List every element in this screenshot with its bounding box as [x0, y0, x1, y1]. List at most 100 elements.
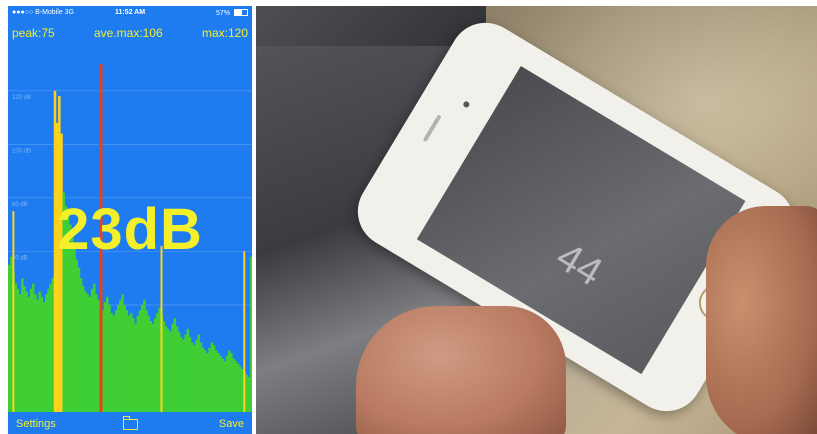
spectrum-bar: [149, 320, 153, 412]
peak-value: peak:75: [12, 26, 55, 40]
spectrum-bar: [55, 122, 59, 413]
spectrum-bar: [182, 339, 185, 412]
spectrum-bar: [184, 334, 187, 412]
spectrum-bar: [230, 353, 233, 412]
spectrum-bar: [199, 342, 203, 412]
spectrum-bar: [156, 312, 159, 412]
spectrum-bar: [145, 310, 148, 412]
settings-button[interactable]: Settings: [16, 418, 56, 430]
status-bar: ●●●○○ B-Mobile 3G 11:52 AM 57%: [8, 6, 252, 20]
spectrum-bar: [247, 377, 251, 412]
spectrum-bar: [40, 296, 44, 412]
spectrum-bar: [191, 342, 194, 412]
spectrum-bar: [225, 355, 229, 412]
spectrum-bar: [195, 339, 198, 412]
spectrum-bar: [23, 286, 26, 412]
spectrum-bar: [38, 291, 41, 412]
spectrum-bar: [206, 353, 209, 412]
spectrum-bar: [47, 288, 50, 412]
spectrum-bar: [210, 342, 214, 412]
spectrum-bar: [234, 361, 238, 412]
spectrum-bar: [169, 331, 172, 412]
spectrum-bar: [75, 259, 79, 412]
spectrum-bar: [95, 294, 98, 412]
spectrum-bar: [132, 318, 135, 412]
spectrum-bar: [175, 326, 179, 412]
folder-icon[interactable]: [123, 416, 138, 430]
spectrum-bar: [245, 374, 248, 412]
spectrum-bar: [51, 278, 55, 412]
decibel-readout: 23dB: [57, 197, 203, 262]
spectrum-bar: [219, 355, 222, 412]
spectrum-bar: [138, 310, 142, 412]
spectrum-bar: [214, 350, 218, 412]
spectrum-bar: [31, 283, 35, 412]
spectrum-bar: [180, 337, 183, 412]
max-value: max:120: [201, 26, 248, 40]
spectrum-bar: [86, 294, 89, 412]
spectrum-bar: [73, 248, 76, 412]
spectrum-bar: [77, 267, 81, 412]
spectrum-bar: [42, 302, 46, 412]
spectrum-bar: [177, 331, 181, 412]
average-max-value: ave.max:106: [94, 26, 163, 40]
spectrum-bar: [125, 310, 129, 412]
spectrum-bar: [45, 294, 48, 412]
spectrum-bar: [162, 320, 166, 412]
stats-row: peak:75 ave.max:106 max:120: [8, 26, 252, 42]
battery-icon: [234, 9, 248, 16]
spectrum-bar: [208, 347, 211, 412]
spectrum-bar: [10, 256, 13, 412]
spectrum-bar: [201, 347, 205, 412]
grid-label: 120 dB: [12, 95, 31, 101]
battery-indicator: 57%: [216, 9, 248, 17]
spectrum-bar: [136, 315, 140, 412]
spectrum-bar: [21, 278, 24, 412]
spectrum-bar: [186, 329, 190, 412]
spectrum-bar: [84, 291, 87, 412]
spectrum-bar: [164, 326, 168, 412]
spectrum-bar: [217, 353, 220, 412]
spectrum-bar: [223, 361, 227, 412]
spectrum-bar: [147, 315, 150, 412]
peak-line: [243, 251, 246, 412]
spectrum-bar: [143, 299, 146, 412]
spectrum-bar: [232, 358, 235, 412]
spectrum-bar: [97, 299, 100, 412]
phone-photo: 44: [256, 6, 817, 434]
spectrum-bar: [29, 288, 33, 412]
earpiece-speaker: [422, 114, 442, 143]
spectrum-bar: [18, 294, 22, 412]
spectrum-bar: [153, 318, 157, 412]
spectrum-bar: [49, 283, 52, 412]
spectrum-bar: [241, 369, 244, 412]
spectrum-bar: [167, 329, 170, 412]
spectrum-bar: [123, 304, 126, 412]
spectrum-bar: [8, 264, 11, 412]
spectrum-bar: [27, 296, 31, 412]
save-button[interactable]: Save: [219, 418, 244, 430]
spectrum-bar: [103, 302, 107, 412]
spectrum-bar: [212, 345, 216, 412]
spectrum-bar: [238, 366, 242, 412]
spectrum-bar: [188, 337, 192, 412]
spectrum-bar: [121, 294, 124, 412]
spectrum-bar: [119, 299, 122, 412]
spectrum-bar: [36, 299, 39, 412]
spectrum-bar: [92, 283, 96, 412]
spectrum-bar: [204, 350, 207, 412]
thumb: [356, 306, 566, 434]
spectrum-bar: [140, 304, 144, 412]
iphone-decibel-reading: 44: [548, 234, 610, 295]
spectrum-bar: [79, 278, 83, 412]
spectrum-bar: [228, 350, 231, 412]
spectrum-bar: [112, 315, 116, 412]
grid-label: 100 dB: [12, 148, 31, 154]
spectrum-bar: [16, 288, 20, 412]
spectrum-bar: [116, 304, 120, 412]
decibel-meter-app-screen: 120 dB100 dB80 dB60 dB40 dB ●●●○○ B-Mobi…: [8, 6, 252, 434]
fingers: [706, 206, 817, 434]
spectrum-bar: [171, 323, 174, 412]
spectrum-bar: [158, 307, 161, 412]
spectrum-bar: [221, 358, 224, 412]
